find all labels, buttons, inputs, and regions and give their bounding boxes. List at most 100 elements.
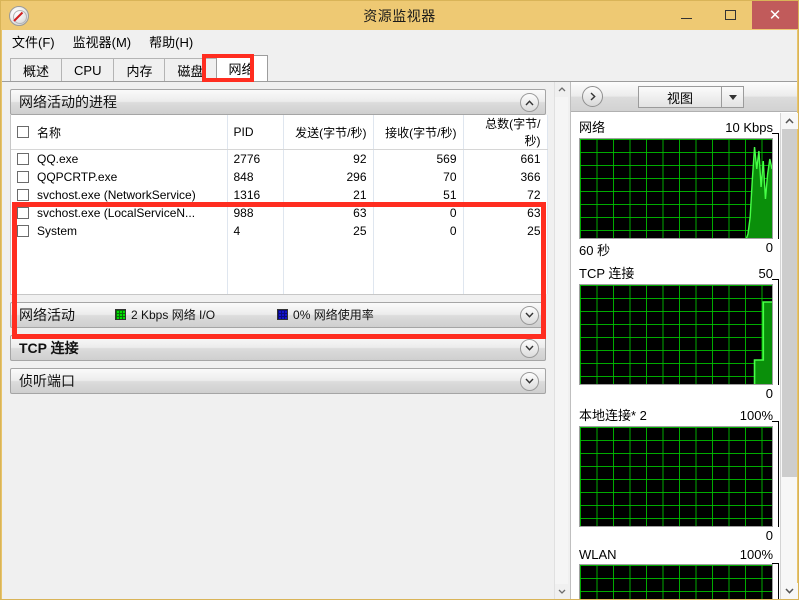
graph-wlan: WLAN 100% — [571, 543, 781, 599]
process-sent-cell: 296 — [283, 167, 374, 186]
process-total-cell: 72 — [463, 185, 548, 204]
close-icon: ✕ — [768, 7, 782, 24]
tab-network[interactable]: 网络 — [215, 55, 268, 81]
process-name-label: svchost.exe (NetworkService) — [37, 187, 196, 202]
select-all-checkbox[interactable] — [17, 126, 29, 138]
process-table: 名称 PID 发送(字节/秒) 接收(字节/秒) 总数(字节/秒) QQ.exe… — [11, 115, 548, 294]
process-name-cell[interactable]: QQPCRTP.exe — [11, 167, 228, 186]
legend-network-utilization: 0% 网络使用率 — [277, 306, 374, 323]
table-row[interactable]: QQPCRTP.exe 848 296 70 366 — [11, 167, 548, 186]
scroll-down-button[interactable] — [555, 584, 568, 599]
process-name-cell[interactable]: System — [11, 221, 228, 240]
column-header-name-label: 名称 — [37, 125, 62, 140]
client-area: 文件(F) 监视器(M) 帮助(H) 概述 CPU 内存 磁盘 网络 网络活动的… — [2, 30, 798, 599]
chevron-down-icon — [525, 345, 534, 351]
column-header-sent[interactable]: 发送(字节/秒) — [283, 115, 374, 150]
empty-cell — [283, 239, 374, 258]
graph-tcp-canvas — [579, 284, 773, 385]
graph-network-xlabel: 60 秒 — [579, 243, 611, 258]
empty-cell — [463, 257, 548, 276]
process-name-cell[interactable]: svchost.exe (LocalServiceN... — [11, 203, 228, 222]
maximize-button[interactable] — [708, 1, 752, 29]
tab-overview[interactable]: 概述 — [10, 58, 63, 81]
left-pane-scrollbar[interactable] — [554, 82, 568, 599]
right-scroll-up-button[interactable] — [781, 113, 798, 129]
legend-network-io: 2 Kbps 网络 I/O — [115, 306, 215, 323]
empty-cell — [227, 257, 284, 276]
table-row[interactable]: svchost.exe (LocalServiceN... 988 63 0 6… — [11, 203, 548, 222]
menu-item-monitor[interactable]: 监视器(M) — [73, 30, 142, 53]
menu-item-file[interactable]: 文件(F) — [12, 30, 65, 53]
empty-cell — [373, 257, 464, 276]
right-pane-toolbar: 视图 — [571, 82, 797, 112]
tab-disk[interactable]: 磁盘 — [164, 58, 217, 81]
legend-swatch-blue-icon — [277, 309, 289, 320]
graph-local-title: 本地连接* 2 — [579, 408, 647, 423]
empty-cell — [227, 275, 284, 294]
process-name-cell[interactable]: svchost.exe (NetworkService) — [11, 185, 228, 204]
process-name-label: QQ.exe — [37, 151, 79, 166]
legend-swatch-green-icon — [115, 309, 126, 320]
column-header-name[interactable]: 名称 — [11, 115, 228, 150]
table-row[interactable]: svchost.exe (NetworkService) 1316 21 51 … — [11, 185, 548, 204]
right-scrollbar-thumb[interactable] — [782, 129, 797, 477]
column-header-total[interactable]: 总数(字节/秒) — [463, 115, 548, 150]
graph-network-max: 10 Kbps — [725, 120, 773, 135]
expand-panel-button[interactable] — [582, 86, 603, 107]
process-name-cell[interactable]: QQ.exe — [11, 149, 228, 168]
scroll-up-button[interactable] — [555, 82, 568, 97]
tab-bar: 概述 CPU 内存 磁盘 网络 — [2, 52, 797, 82]
tab-cpu[interactable]: CPU — [61, 58, 115, 81]
view-dropdown[interactable]: 视图 — [638, 86, 744, 108]
column-header-pid[interactable]: PID — [227, 115, 284, 150]
row-checkbox[interactable] — [17, 188, 29, 201]
row-checkbox[interactable] — [17, 152, 29, 165]
left-pane: 网络活动的进程 名称 PID 发送(字节/秒) 接收(字节/秒) 总数(字节/秒… — [2, 82, 568, 599]
process-table-container: 名称 PID 发送(字节/秒) 接收(字节/秒) 总数(字节/秒) QQ.exe… — [10, 115, 548, 295]
graph-network-title: 网络 — [579, 120, 606, 135]
resource-monitor-window: 资源监视器 ✕ 文件(F) 监视器(M) 帮助(H) 概述 CPU 内存 磁盘 … — [0, 0, 799, 600]
chevron-up-icon — [525, 99, 534, 105]
expand-network-activity-button[interactable] — [520, 305, 539, 325]
graph-network-plot — [745, 146, 772, 238]
expand-tcp-connections-button[interactable] — [520, 338, 539, 358]
minimize-icon — [680, 18, 692, 19]
chevron-down-icon — [728, 94, 737, 100]
graph-network-min: 0 — [765, 240, 773, 255]
row-checkbox[interactable] — [17, 206, 29, 219]
expand-listening-ports-button[interactable] — [520, 371, 539, 391]
section-title-network-activity: 网络活动 — [19, 306, 75, 323]
menu-item-help[interactable]: 帮助(H) — [149, 30, 203, 53]
right-pane-scrollbar[interactable] — [780, 113, 798, 599]
process-received-cell: 0 — [373, 203, 464, 222]
section-header-processes[interactable]: 网络活动的进程 — [10, 89, 546, 115]
section-title-tcp-connections: TCP 连接 — [19, 339, 79, 356]
chevron-up-icon — [785, 118, 794, 124]
process-total-cell: 63 — [463, 203, 548, 222]
close-button[interactable]: ✕ — [752, 1, 798, 29]
process-sent-cell: 92 — [283, 149, 374, 168]
section-header-listening-ports[interactable]: 侦听端口 — [10, 367, 546, 394]
graph-local-max: 100% — [739, 408, 773, 423]
table-row[interactable]: System 4 25 0 25 — [11, 221, 548, 240]
graph-local-header: 本地连接* 2 100% — [579, 405, 773, 426]
process-pid-cell: 988 — [227, 203, 284, 222]
row-checkbox[interactable] — [17, 170, 29, 183]
tab-memory[interactable]: 内存 — [113, 58, 166, 81]
graph-network-bracket — [772, 133, 779, 239]
column-header-received[interactable]: 接收(字节/秒) — [373, 115, 464, 150]
right-scroll-down-button[interactable] — [781, 583, 798, 599]
row-checkbox[interactable] — [17, 224, 29, 237]
graph-tcp-title: TCP 连接 — [579, 266, 635, 281]
collapse-processes-button[interactable] — [520, 93, 539, 112]
graph-local-min: 0 — [765, 528, 773, 543]
table-row[interactable]: QQ.exe 2776 92 569 661 — [11, 149, 548, 168]
empty-cell — [463, 239, 548, 258]
view-dropdown-arrow[interactable] — [721, 87, 743, 107]
minimize-button[interactable] — [664, 1, 708, 29]
section-header-tcp-connections[interactable]: TCP 连接 — [10, 334, 546, 361]
legend-network-utilization-label: 0% 网络使用率 — [293, 308, 374, 322]
process-name-label: System — [37, 223, 78, 238]
section-header-network-activity[interactable]: 网络活动 2 Kbps 网络 I/O 0% 网络使用率 — [10, 301, 546, 328]
process-received-cell: 51 — [373, 185, 464, 204]
